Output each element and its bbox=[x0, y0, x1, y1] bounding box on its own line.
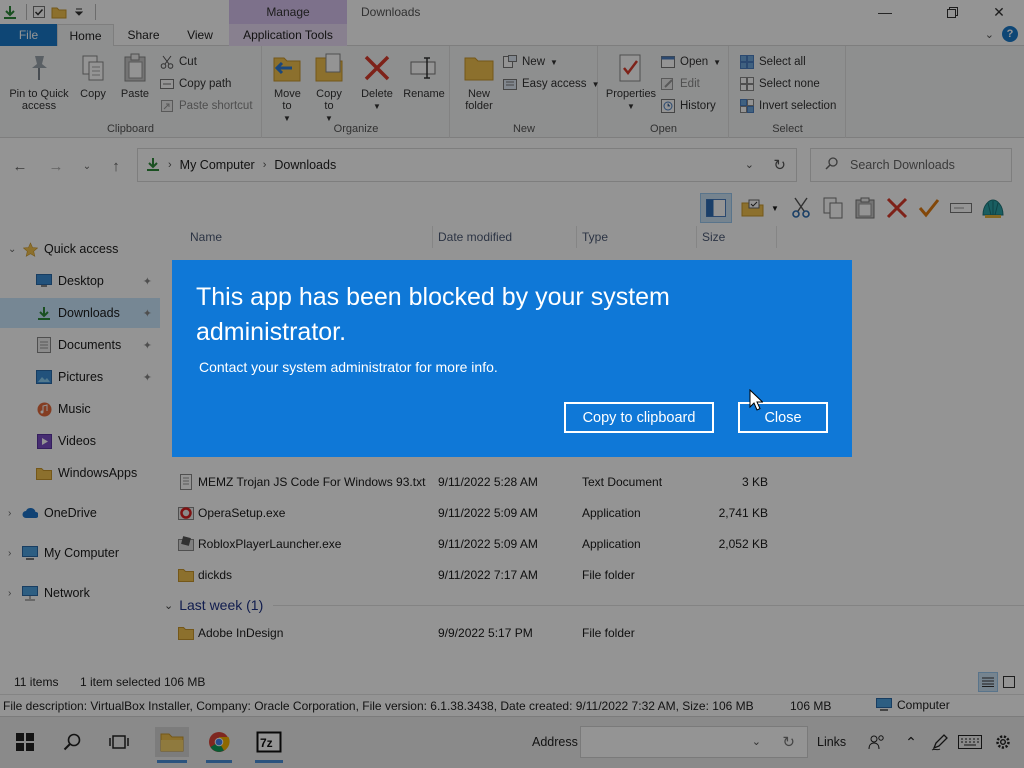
dialog-message: Contact your system administrator for mo… bbox=[199, 359, 498, 375]
copy-to-clipboard-button[interactable]: Copy to clipboard bbox=[564, 402, 714, 433]
dialog-title: This app has been blocked by your system… bbox=[196, 283, 670, 346]
mouse-pointer-icon bbox=[749, 389, 763, 411]
app-blocked-dialog: This app has been blocked by your system… bbox=[172, 260, 852, 457]
